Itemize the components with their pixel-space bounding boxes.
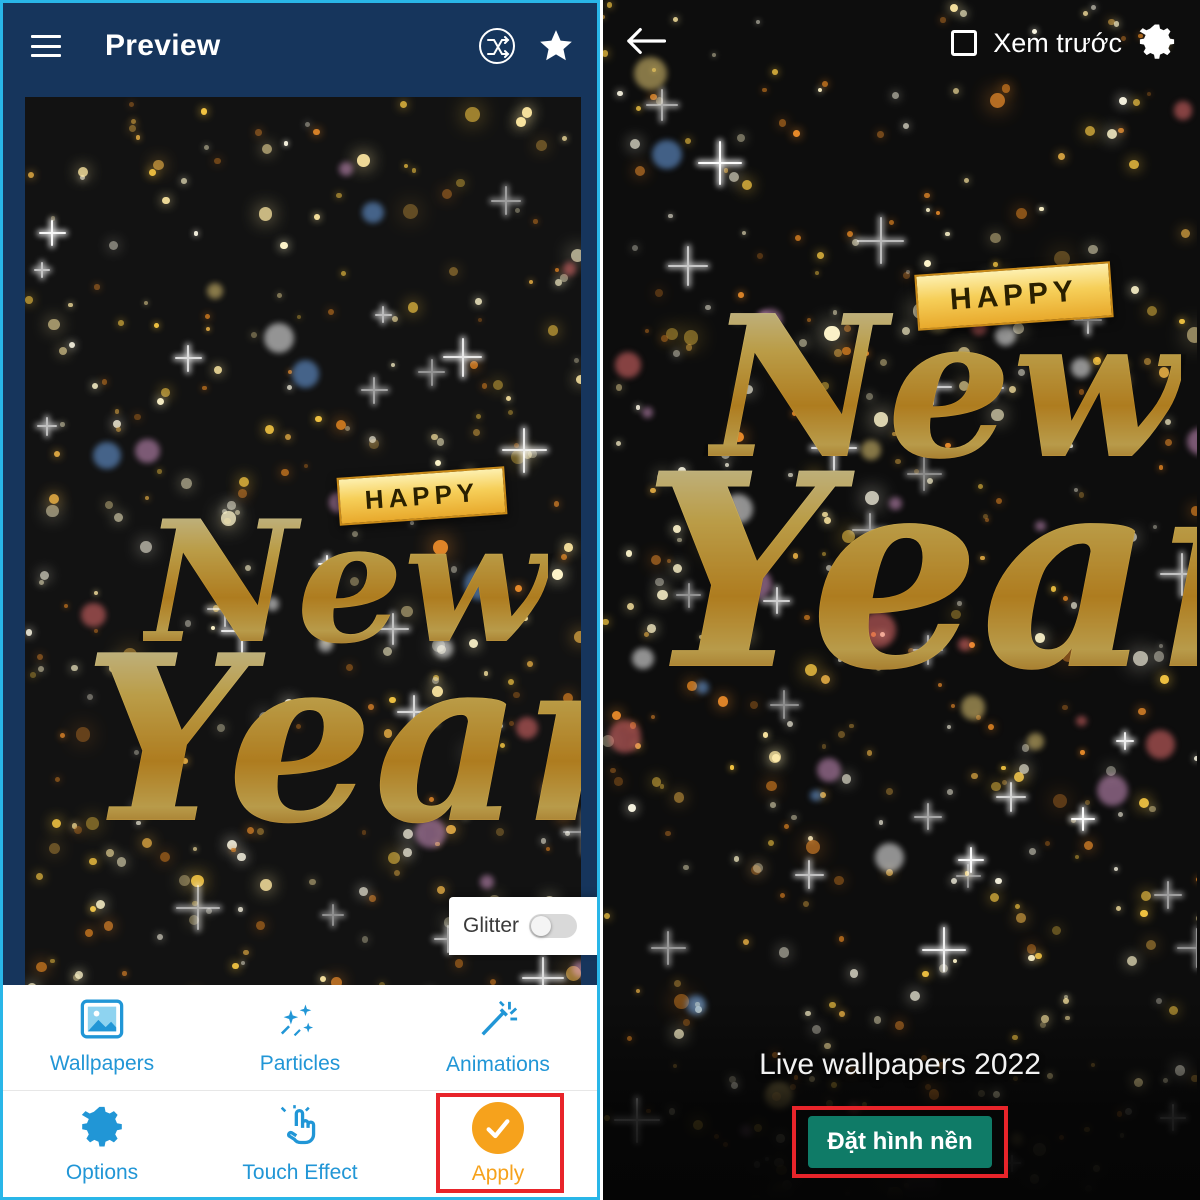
menu-item-wallpapers[interactable]: Wallpapers [3, 985, 201, 1090]
bottom-menu-row-2: Options Touch Effect Apply [3, 1091, 597, 1197]
glitter-toggle[interactable] [529, 914, 578, 938]
star-icon[interactable] [537, 27, 575, 65]
glitter-popup[interactable]: Glitter [449, 897, 597, 955]
gear-icon [80, 1104, 124, 1153]
wallpaper-text-line2-right: Year [642, 438, 1197, 706]
magic-wand-icon [475, 998, 521, 1045]
menu-item-wallpapers-label: Wallpapers [49, 1052, 155, 1075]
set-wallpaper-button[interactable]: Đặt hình nền [808, 1116, 992, 1168]
app-bar-actions [479, 3, 575, 89]
menu-item-touch-effect-label: Touch Effect [242, 1160, 358, 1184]
menu-item-animations[interactable]: Animations [399, 985, 597, 1090]
shuffle-circle-icon[interactable] [479, 28, 515, 64]
menu-item-particles-label: Particles [259, 1052, 341, 1075]
top-bar-right: Xem trước [600, 0, 1200, 86]
gear-icon[interactable] [1138, 22, 1176, 65]
check-circle-icon [472, 1102, 524, 1154]
screenshot-stage: Preview HAPPY New Yea Glitter Wallpapers… [0, 0, 1200, 1200]
glitter-label: Glitter [463, 914, 520, 937]
preview-checkbox[interactable] [951, 30, 978, 56]
right-phone-pane: HAPPY New Year Xem trước [600, 0, 1200, 1200]
pane-divider [600, 0, 603, 1200]
touch-hand-icon [278, 1104, 322, 1153]
top-bar-right-actions: Xem trước [951, 22, 1176, 65]
menu-item-options[interactable]: Options [3, 1091, 201, 1197]
arrow-left-icon[interactable] [626, 24, 667, 63]
set-wallpaper-highlight-box: Đặt hình nền [792, 1106, 1008, 1178]
wallpaper-text-line2-left: Year [83, 625, 581, 855]
app-bar: Preview [3, 3, 597, 89]
preview-checkbox-label: Xem trước [993, 27, 1122, 58]
menu-item-apply[interactable]: Apply [399, 1091, 597, 1197]
hamburger-icon[interactable] [31, 35, 61, 57]
page-title: Preview [105, 29, 221, 62]
left-phone-pane: Preview HAPPY New Yea Glitter Wallpapers… [0, 0, 600, 1200]
menu-item-apply-label: Apply [471, 1162, 525, 1185]
bottom-menu: Wallpapers Particles Animations Options … [3, 985, 597, 1197]
menu-item-particles[interactable]: Particles [201, 985, 399, 1090]
menu-item-animations-label: Animations [446, 1053, 550, 1076]
glitter-toggle-knob [531, 916, 552, 936]
bottom-menu-row-1: Wallpapers Particles Animations [3, 985, 597, 1091]
menu-item-options-label: Options [65, 1160, 139, 1184]
menu-item-touch-effect[interactable]: Touch Effect [201, 1091, 399, 1197]
sparkles-icon [277, 999, 323, 1044]
wallpaper-caption: Live wallpapers 2022 [759, 1048, 1041, 1081]
image-icon [80, 999, 124, 1044]
